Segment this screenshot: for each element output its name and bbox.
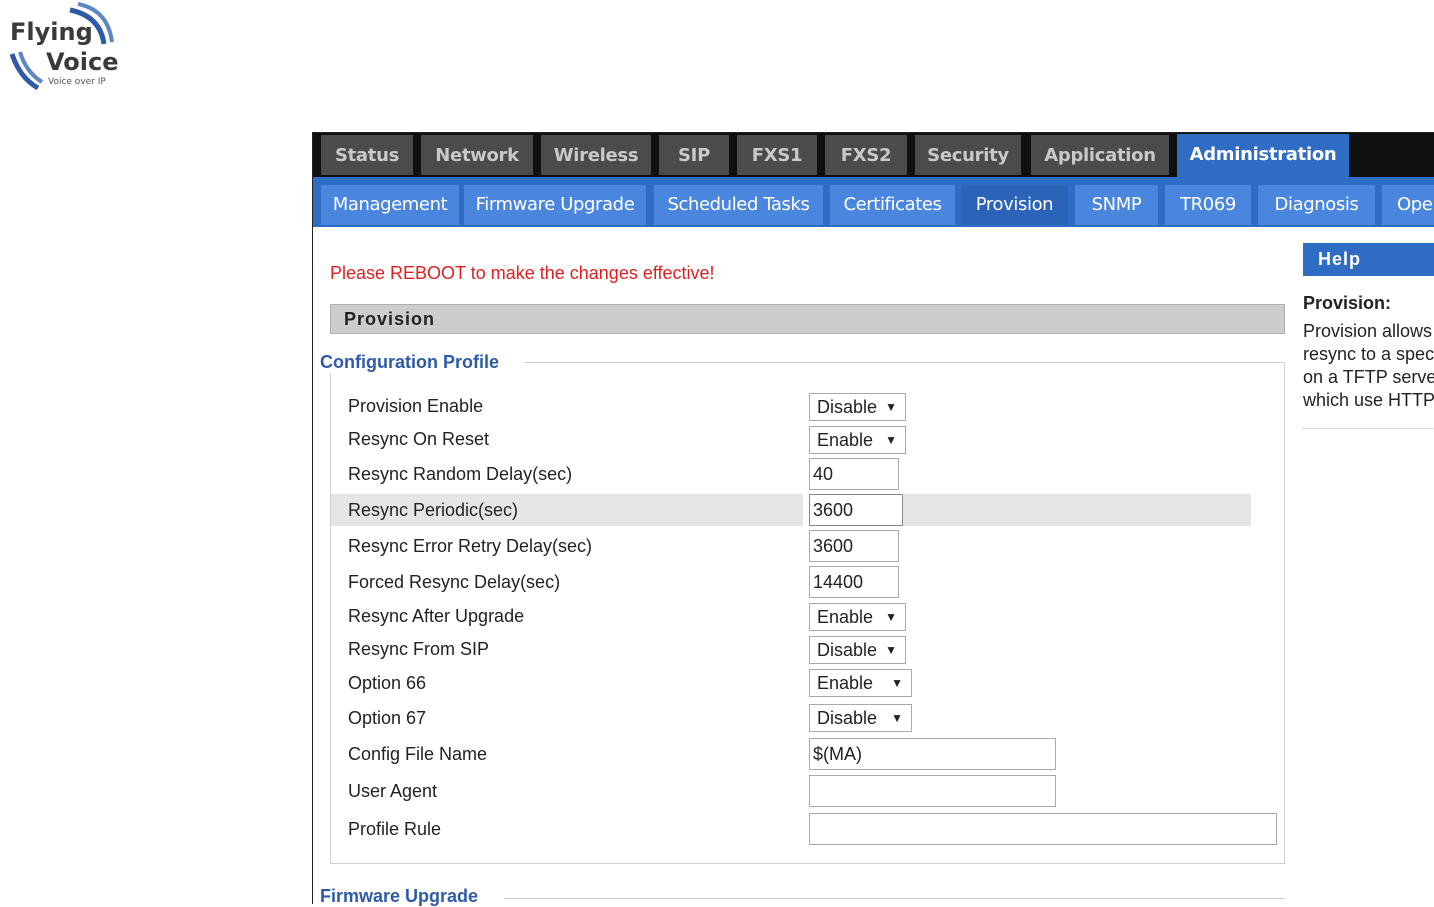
- option-67-select[interactable]: Disable ▼: [809, 704, 912, 732]
- tab-security[interactable]: Security: [915, 135, 1021, 175]
- section-title-provision: Provision: [330, 304, 1285, 334]
- dropdown-arrow-icon: ▼: [885, 433, 897, 447]
- row-option-66: Option 66: [331, 667, 1251, 699]
- resync-on-reset-select[interactable]: Enable ▼: [809, 426, 906, 454]
- logo-text-voice: Voice: [46, 48, 118, 76]
- user-agent-input[interactable]: [809, 775, 1056, 807]
- forced-resync-delay-input[interactable]: 14400: [809, 566, 899, 598]
- row-resync-from-sip: Resync From SIP: [331, 633, 1251, 665]
- subtab-provision[interactable]: Provision: [961, 185, 1068, 225]
- subtab-diagnosis[interactable]: Diagnosis: [1258, 185, 1375, 225]
- reboot-notice: Please REBOOT to make the changes effect…: [330, 263, 715, 283]
- help-line: on a TFTP server: [1303, 367, 1434, 387]
- dropdown-arrow-icon: ▼: [891, 711, 903, 725]
- tab-status[interactable]: Status: [321, 135, 413, 175]
- select-value: Disable: [817, 640, 878, 660]
- logo-text-flying: Flying: [10, 18, 93, 46]
- field-label: Option 67: [348, 708, 427, 728]
- field-label: Forced Resync Delay(sec): [348, 572, 561, 592]
- sub-tab-bar: Management Firmware Upgrade Scheduled Ta…: [313, 177, 1434, 227]
- select-value: Enable: [817, 430, 874, 450]
- row-option-67: Option 67: [331, 702, 1251, 734]
- row-config-file-name: Config File Name: [331, 738, 1251, 770]
- select-value: Disable: [817, 397, 878, 417]
- flyingvoice-logo: Flying Voice Voice over IP: [8, 2, 118, 92]
- row-resync-periodic: Resync Periodic(sec): [331, 494, 1251, 526]
- subtab-certificates[interactable]: Certificates: [830, 185, 955, 225]
- row-resync-after-upgrade: Resync After Upgrade: [331, 600, 1251, 632]
- row-user-agent: User Agent: [331, 775, 1251, 807]
- main-frame: Status Network Wireless SIP FXS1 FXS2 Se…: [312, 132, 1434, 907]
- dropdown-arrow-icon: ▼: [891, 676, 903, 690]
- resync-after-upgrade-select[interactable]: Enable ▼: [809, 603, 906, 631]
- help-divider: [1303, 428, 1434, 429]
- field-label: Resync Periodic(sec): [348, 500, 519, 520]
- firmware-upgrade-legend: Firmware Upgrade: [320, 886, 505, 907]
- tab-wireless[interactable]: Wireless: [541, 135, 651, 175]
- main-tab-bar: Status Network Wireless SIP FXS1 FXS2 Se…: [313, 133, 1434, 177]
- field-label: Config File Name: [348, 744, 488, 764]
- row-forced-resync-delay: Forced Resync Delay(sec): [331, 566, 1251, 598]
- field-label: Resync Error Retry Delay(sec): [348, 536, 593, 556]
- subtab-operation[interactable]: Oper: [1382, 185, 1434, 225]
- subtab-tr069[interactable]: TR069: [1165, 185, 1251, 225]
- resync-random-delay-input[interactable]: 40: [809, 458, 899, 490]
- help-line: resync to a speci: [1303, 344, 1434, 364]
- field-label: Profile Rule: [348, 819, 442, 839]
- help-line: Provision allows: [1303, 321, 1433, 341]
- field-label: User Agent: [348, 781, 438, 801]
- tab-application[interactable]: Application: [1031, 135, 1169, 175]
- help-panel-title: Help: [1303, 243, 1434, 276]
- field-label: Resync On Reset: [348, 429, 490, 449]
- resync-periodic-input[interactable]: 3600: [809, 494, 903, 526]
- resync-error-retry-delay-input[interactable]: 3600: [809, 530, 899, 562]
- row-resync-error-retry-delay: Resync Error Retry Delay(sec): [331, 530, 1251, 562]
- tab-administration[interactable]: Administration: [1177, 134, 1349, 177]
- row-resync-on-reset: Resync On Reset: [331, 423, 1251, 455]
- dropdown-arrow-icon: ▼: [885, 643, 897, 657]
- help-heading: Provision:: [1303, 293, 1392, 313]
- field-label: Option 66: [348, 673, 427, 693]
- config-file-name-input[interactable]: $(MA): [809, 738, 1056, 770]
- field-label: Resync From SIP: [348, 639, 490, 659]
- help-text: Provision allows resync to a speci on a …: [1303, 320, 1434, 412]
- tab-fxs1[interactable]: FXS1: [737, 135, 817, 175]
- field-label: Resync Random Delay(sec): [348, 464, 573, 484]
- help-line: which use HTTP: [1303, 390, 1434, 410]
- select-value: Enable: [817, 607, 874, 627]
- logo-tagline: Voice over IP: [48, 77, 106, 87]
- resync-from-sip-select[interactable]: Disable ▼: [809, 636, 906, 664]
- select-value: Enable: [817, 673, 874, 693]
- subtab-scheduled-tasks[interactable]: Scheduled Tasks: [654, 185, 823, 225]
- provision-enable-select[interactable]: Disable ▼: [809, 393, 906, 421]
- subtab-snmp[interactable]: SNMP: [1075, 185, 1158, 225]
- row-resync-random-delay: Resync Random Delay(sec): [331, 458, 1251, 490]
- profile-rule-input[interactable]: [809, 813, 1277, 845]
- row-provision-enable: Provision Enable: [331, 390, 1251, 422]
- dropdown-arrow-icon: ▼: [885, 400, 897, 414]
- config-profile-legend: Configuration Profile: [320, 352, 525, 373]
- option-66-select[interactable]: Enable ▼: [809, 669, 912, 697]
- dropdown-arrow-icon: ▼: [885, 610, 897, 624]
- field-label: Provision Enable: [348, 396, 484, 416]
- tab-network[interactable]: Network: [421, 135, 533, 175]
- tab-sip[interactable]: SIP: [659, 135, 729, 175]
- subtab-management[interactable]: Management: [321, 185, 459, 225]
- tab-fxs2[interactable]: FXS2: [825, 135, 907, 175]
- subtab-firmware-upgrade[interactable]: Firmware Upgrade: [464, 185, 646, 225]
- field-label: Resync After Upgrade: [348, 606, 525, 626]
- select-value: Disable: [817, 708, 878, 728]
